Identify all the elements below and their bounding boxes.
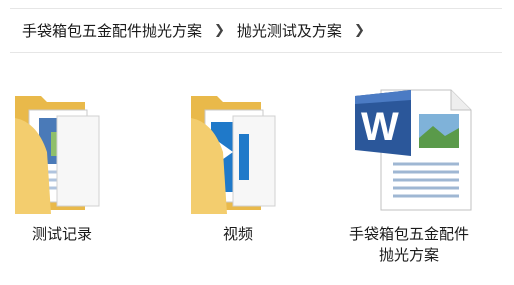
folder-with-documents-icon bbox=[0, 84, 132, 216]
breadcrumb-item-handbag-hardware-polishing[interactable]: 手袋箱包五金配件抛光方案 bbox=[20, 18, 204, 43]
breadcrumb: 手袋箱包五金配件抛光方案 ❯ 抛光测试及方案 ❯ bbox=[10, 8, 502, 53]
word-document-icon: W bbox=[339, 84, 479, 216]
svg-text:W: W bbox=[361, 105, 399, 149]
chevron-right-icon[interactable]: ❯ bbox=[214, 23, 225, 38]
folder-with-video-icon bbox=[168, 84, 308, 216]
breadcrumb-item-polishing-test[interactable]: 抛光测试及方案 bbox=[235, 18, 344, 43]
item-label: 手袋箱包五金配件抛光方案 bbox=[348, 225, 469, 264]
document-item-polishing-plan[interactable]: W 手袋箱包五金配件抛光方案 bbox=[339, 84, 479, 266]
folder-item-video[interactable]: 视频 bbox=[168, 84, 308, 245]
folder-item-test-records[interactable]: 测试记录 bbox=[0, 84, 132, 245]
item-label: 视频 bbox=[222, 225, 253, 243]
item-label: 测试记录 bbox=[31, 225, 92, 243]
chevron-right-icon[interactable]: ❯ bbox=[354, 23, 365, 38]
